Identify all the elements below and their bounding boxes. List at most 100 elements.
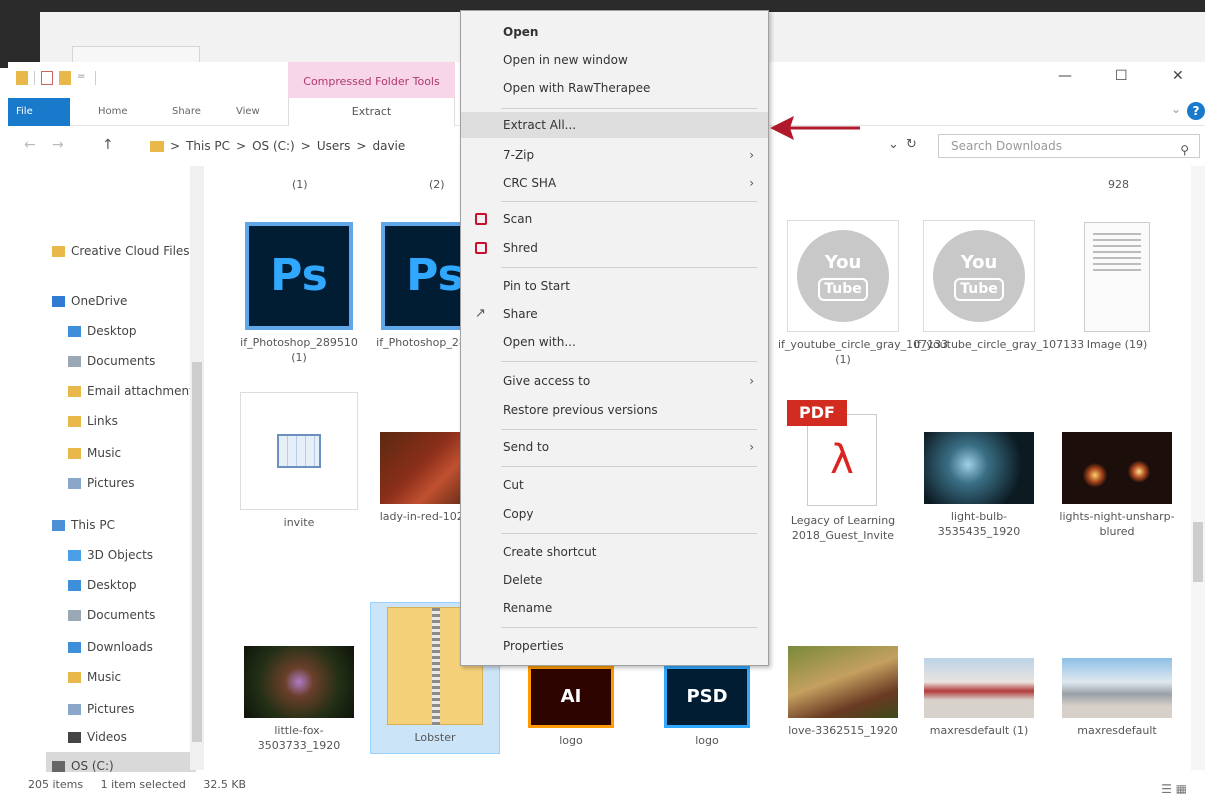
menu-item-shred[interactable]: Shred <box>461 235 768 261</box>
sidebar-item[interactable]: Pictures <box>68 476 135 490</box>
tab-view[interactable]: View <box>236 106 260 117</box>
address-dropdown-icon[interactable]: ⌄ <box>888 137 899 152</box>
file-item[interactable]: maxresdefault <box>1052 658 1182 739</box>
sidebar-item[interactable]: Downloads <box>68 640 153 654</box>
nav-scrollbar-thumb[interactable] <box>192 362 202 742</box>
minimize-button[interactable]: — <box>1058 68 1072 84</box>
file-item[interactable]: λ PDF Legacy of Learning 2018_Guest_Invi… <box>778 400 908 544</box>
properties-icon[interactable] <box>41 71 53 85</box>
forward-arrow-icon[interactable]: → <box>52 137 64 153</box>
content-scrollbar[interactable] <box>1191 166 1205 770</box>
menu-item-send-to[interactable]: Send to › <box>461 434 768 460</box>
sidebar-item[interactable]: Documents <box>68 608 155 622</box>
menu-item-extract-all[interactable]: Extract All... <box>461 112 768 138</box>
sidebar-item-label: OneDrive <box>71 294 128 308</box>
sidebar-item[interactable]: Documents <box>68 354 155 368</box>
image-thumbnail <box>1062 432 1172 504</box>
search-input[interactable]: Search Downloads ⚲ <box>938 134 1200 158</box>
menu-separator <box>501 361 757 362</box>
folder-icon <box>52 519 65 531</box>
menu-item-properties[interactable]: Properties <box>461 633 768 659</box>
sidebar-item[interactable]: Desktop <box>68 578 137 592</box>
breadcrumb-separator: > <box>356 139 367 153</box>
mcafee-icon <box>475 213 487 225</box>
file-item[interactable]: love-3362515_1920 <box>778 646 908 739</box>
folder-icon <box>52 760 65 772</box>
sidebar-item[interactable]: Desktop <box>68 324 137 338</box>
folder-icon <box>68 609 81 621</box>
sidebar-item[interactable]: Pictures <box>68 702 135 716</box>
file-item[interactable]: light-bulb-3535435_1920 <box>914 432 1044 540</box>
sidebar-item-label: Links <box>87 414 118 428</box>
file-item[interactable]: Ps if_Photoshop_289510 (1) <box>234 222 364 366</box>
sidebar-item-label: Music <box>87 446 122 460</box>
sidebar-item[interactable]: Creative Cloud Files <box>52 244 190 258</box>
dropdown-icon[interactable]: = <box>77 71 89 85</box>
sidebar-item[interactable]: 3D Objects <box>68 548 153 562</box>
menu-item-open-with[interactable]: Open with... <box>461 329 768 355</box>
file-item[interactable]: You Tube if_youtube_circle_gray_107133 <box>914 220 1084 353</box>
pdf-badge: PDF <box>787 400 847 426</box>
folder-icon <box>68 641 81 653</box>
file-item[interactable]: PSD logo <box>642 666 772 749</box>
chevron-down-icon[interactable]: ⌄ <box>1171 102 1181 116</box>
file-item[interactable]: You Tube if_youtube_circle_gray_107133 (1… <box>778 220 948 368</box>
breadcrumb-separator: > <box>300 139 311 153</box>
tab-file[interactable]: File <box>8 98 70 126</box>
breadcrumb-this-pc[interactable]: This PC <box>186 139 230 153</box>
sidebar-item[interactable]: Email attachments <box>68 384 200 398</box>
tab-share[interactable]: Share <box>172 106 201 117</box>
acrobat-icon: λ <box>807 414 877 506</box>
menu-item-share[interactable]: ↗ Share <box>461 301 768 327</box>
breadcrumb-users[interactable]: Users <box>317 139 351 153</box>
menu-item-open[interactable]: Open <box>461 19 768 45</box>
sidebar-item-label: Pictures <box>87 476 135 490</box>
sidebar-item-label: Email attachments <box>87 384 201 398</box>
file-name: little-fox-3503733_1920 <box>257 724 341 752</box>
close-button[interactable]: ✕ <box>1172 68 1184 84</box>
sidebar-item[interactable]: OneDrive <box>52 294 127 308</box>
menu-item-rename[interactable]: Rename <box>461 595 768 621</box>
breadcrumb-davie[interactable]: davie <box>372 139 405 153</box>
new-folder-icon[interactable] <box>59 71 71 85</box>
view-toggle-icons[interactable]: ☰ ▦ <box>1161 776 1187 794</box>
menu-item-scan[interactable]: Scan <box>461 206 768 232</box>
sidebar-item[interactable]: Videos <box>68 730 127 744</box>
refresh-icon[interactable]: ↻ <box>906 137 917 152</box>
menu-item-open-with-rawtherapee[interactable]: Open with RawTherapee <box>461 75 768 101</box>
menu-item-create-shortcut[interactable]: Create shortcut <box>461 539 768 565</box>
content-scrollbar-thumb[interactable] <box>1193 522 1203 582</box>
file-item[interactable]: little-fox-3503733_1920 <box>234 646 364 754</box>
maximize-button[interactable]: ☐ <box>1115 68 1128 84</box>
menu-item-cut[interactable]: Cut <box>461 472 768 498</box>
sidebar-item[interactable]: Links <box>68 414 118 428</box>
file-item[interactable]: invite <box>234 392 364 531</box>
file-item[interactable]: AI logo <box>506 666 636 749</box>
menu-item-copy[interactable]: Copy <box>461 501 768 527</box>
file-name: maxresdefault (1) <box>929 724 1029 737</box>
menu-item-restore-versions[interactable]: Restore previous versions <box>461 397 768 423</box>
tab-extract[interactable]: Extract <box>288 98 455 126</box>
file-item[interactable]: Image (19) <box>1052 222 1182 353</box>
file-item[interactable]: lights-night-unsharp-blured <box>1052 432 1182 540</box>
tab-home[interactable]: Home <box>98 106 128 117</box>
sidebar-item[interactable]: Music <box>68 446 121 460</box>
menu-item-7zip[interactable]: 7-Zip › <box>461 142 768 168</box>
file-name: logo <box>559 734 583 747</box>
pdf-icon: λ PDF <box>787 400 899 508</box>
menu-item-pin-to-start[interactable]: Pin to Start <box>461 273 768 299</box>
back-arrow-icon[interactable]: ← <box>24 137 36 153</box>
menu-item-crc-sha[interactable]: CRC SHA › <box>461 170 768 196</box>
help-icon[interactable]: ? <box>1187 102 1205 120</box>
status-bar: 205 items 1 item selected 32.5 KB ☰ ▦ <box>8 772 1205 794</box>
menu-item-give-access[interactable]: Give access to › <box>461 368 768 394</box>
sidebar-item[interactable]: Music <box>68 670 121 684</box>
sidebar-item[interactable]: This PC <box>52 518 115 532</box>
breadcrumb-os-c[interactable]: OS (C:) <box>252 139 295 153</box>
image-thumbnail <box>244 646 354 718</box>
menu-item-delete[interactable]: Delete <box>461 567 768 593</box>
file-item[interactable]: maxresdefault (1) <box>914 658 1044 739</box>
menu-item-open-new-window[interactable]: Open in new window <box>461 47 768 73</box>
sidebar-item-label: Desktop <box>87 324 137 338</box>
up-arrow-icon[interactable]: ↑ <box>102 137 114 153</box>
